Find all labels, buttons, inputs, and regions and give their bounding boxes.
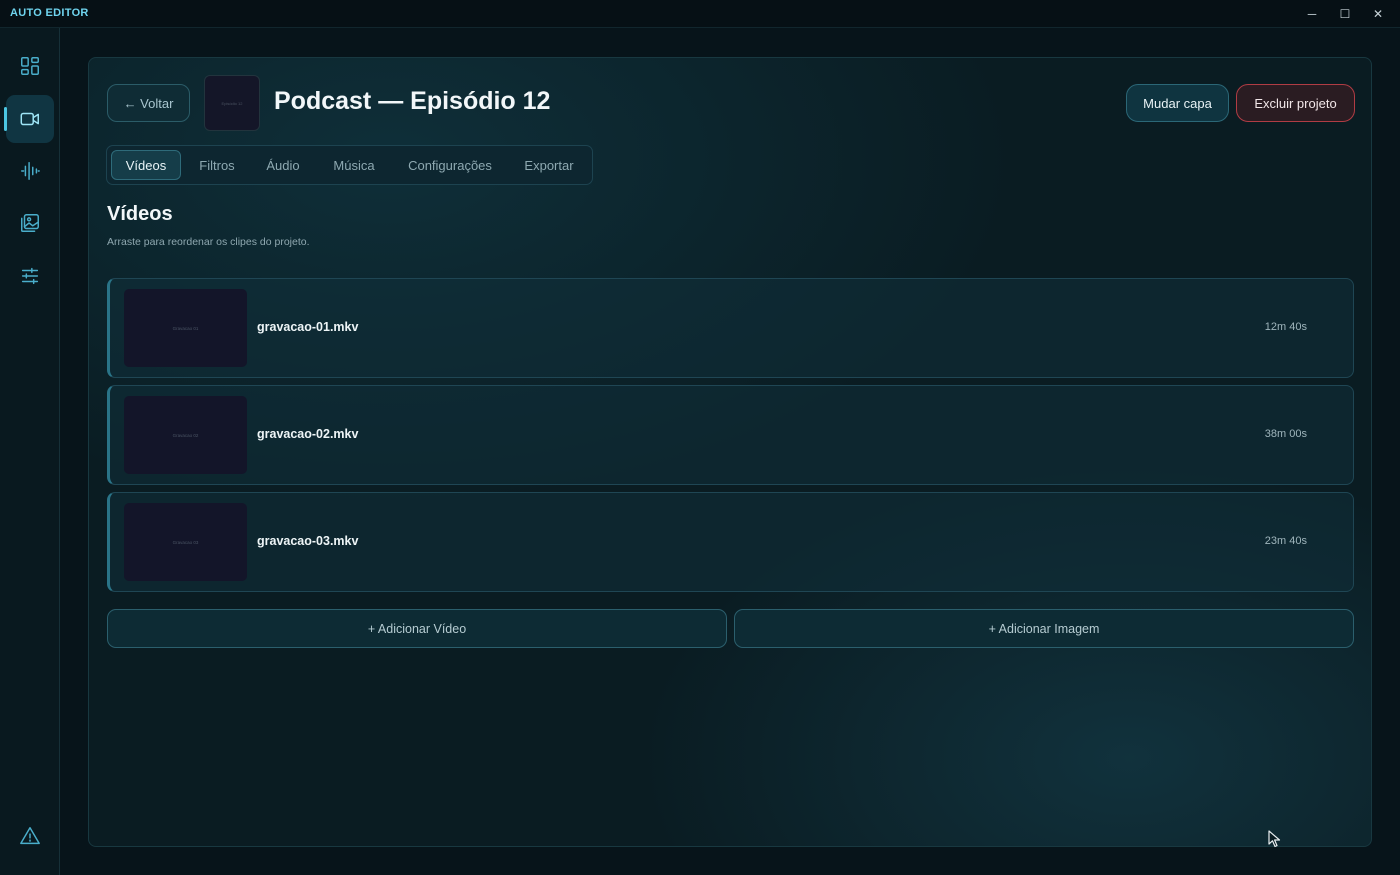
image-gallery-icon [21, 214, 39, 232]
app-title: AUTO EDITOR [10, 7, 89, 19]
clip-row[interactable]: Gravacao 03 gravacao-03.mkv 23m 40s [107, 492, 1354, 592]
section-subtitle: Arraste para reordenar os clipes do proj… [107, 236, 310, 248]
clip-thumbnail: Gravacao 02 [124, 396, 247, 474]
tab-music[interactable]: Música [319, 150, 389, 180]
tab-settings[interactable]: Configurações [397, 150, 503, 180]
sidebar-item-settings[interactable] [6, 252, 54, 300]
add-image-button[interactable]: + Adicionar Imagem [734, 609, 1354, 648]
cover-thumb-text: Episódio 12 [221, 100, 243, 106]
warning-icon [20, 827, 40, 845]
section-title: Vídeos [107, 203, 173, 225]
clip-name: gravacao-03.mkv [257, 534, 359, 548]
app-window: AUTO EDITOR ─ ☐ ✕ ← Voltar Episódio 12 P… [0, 0, 1400, 875]
clip-duration: 12m 40s [1264, 321, 1307, 333]
tab-filters[interactable]: Filtros [187, 150, 247, 180]
delete-project-button[interactable]: Excluir projeto [1236, 84, 1355, 122]
video-camera-icon [20, 112, 39, 126]
clip-row[interactable]: Gravacao 02 gravacao-02.mkv 38m 00s [107, 385, 1354, 485]
sidebar-item-dashboard[interactable] [6, 42, 54, 90]
close-button[interactable]: ✕ [1367, 4, 1389, 24]
maximize-button[interactable]: ☐ [1334, 4, 1356, 24]
tab-export[interactable]: Exportar [511, 150, 587, 180]
sidebar-item-images[interactable] [6, 199, 54, 247]
warnings-button[interactable] [6, 812, 54, 860]
clip-name: gravacao-02.mkv [257, 427, 359, 441]
clip-thumbnail: Gravacao 01 [124, 289, 247, 367]
clip-thumbnail: Gravacao 03 [124, 503, 247, 581]
mouse-cursor-icon [1268, 830, 1281, 848]
project-panel: ← Voltar Episódio 12 Podcast — Episódio … [88, 57, 1372, 847]
clip-duration: 23m 40s [1264, 535, 1307, 547]
sliders-icon [21, 267, 39, 285]
tab-audio[interactable]: Áudio [253, 150, 313, 180]
tab-videos[interactable]: Vídeos [111, 150, 181, 180]
project-cover-thumbnail: Episódio 12 [204, 75, 260, 131]
project-title: Podcast — Episódio 12 [274, 87, 551, 115]
clip-thumb-text: Gravacao 03 [172, 539, 199, 545]
clip-row[interactable]: Gravacao 01 gravacao-01.mkv 12m 40s [107, 278, 1354, 378]
project-tabs: Vídeos Filtros Áudio Música Configuraçõe… [106, 145, 593, 185]
sidebar [0, 28, 60, 875]
title-bar: AUTO EDITOR ─ ☐ ✕ [0, 0, 1400, 28]
clip-duration: 38m 00s [1264, 428, 1307, 440]
audio-wave-icon [21, 162, 40, 180]
clip-name: gravacao-01.mkv [257, 320, 359, 334]
dashboard-icon [21, 57, 39, 75]
sidebar-item-videos[interactable] [4, 95, 54, 143]
clip-thumb-text: Gravacao 02 [172, 432, 199, 438]
change-cover-button[interactable]: Mudar capa [1126, 84, 1229, 122]
minimize-button[interactable]: ─ [1301, 4, 1323, 24]
clip-thumb-text: Gravacao 01 [172, 325, 199, 331]
add-video-button[interactable]: + Adicionar Vídeo [107, 609, 727, 648]
back-button[interactable]: ← Voltar [107, 84, 190, 122]
sidebar-item-audio[interactable] [6, 147, 54, 195]
